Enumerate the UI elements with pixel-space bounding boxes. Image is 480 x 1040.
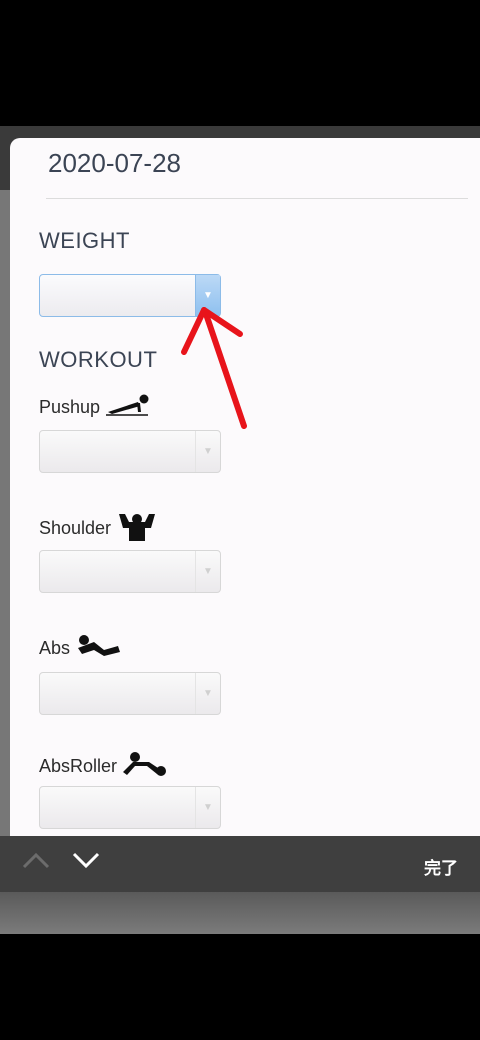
shoulder-select[interactable]: ▼: [39, 550, 221, 593]
status-area: [0, 0, 480, 126]
exercise-label-abs: Abs: [39, 632, 122, 665]
shoulder-press-icon: [115, 510, 159, 547]
chevron-down-icon[interactable]: ▼: [195, 551, 220, 592]
chevron-up-icon[interactable]: [22, 850, 50, 875]
chevron-down-icon[interactable]: [72, 850, 100, 875]
ab-roller-icon: [121, 750, 169, 783]
abs-select[interactable]: ▼: [39, 672, 221, 715]
exercise-label-absroller: AbsRoller: [39, 750, 169, 783]
keyboard-toolbar: 完了: [0, 836, 480, 892]
chevron-down-icon[interactable]: ▼: [195, 673, 220, 714]
absroller-select[interactable]: ▼: [39, 786, 221, 829]
situp-icon: [74, 632, 122, 665]
picker-area: [0, 892, 480, 934]
annotation-arrow: [180, 296, 260, 441]
divider: [46, 198, 468, 199]
date-title: 2020-07-28: [48, 148, 181, 178]
chevron-down-icon[interactable]: ▼: [195, 787, 220, 828]
done-button[interactable]: 完了: [424, 854, 458, 879]
exercise-label-pushup: Pushup: [39, 392, 150, 423]
weight-section-title: WEIGHT: [39, 228, 130, 253]
workout-section-title: WORKOUT: [39, 347, 158, 372]
pushup-icon: [104, 392, 150, 423]
entry-sheet: 2020-07-28 WEIGHT ▼ WORKOUT Pushup ▼ Sho…: [10, 138, 480, 836]
exercise-label-shoulder: Shoulder: [39, 510, 159, 547]
